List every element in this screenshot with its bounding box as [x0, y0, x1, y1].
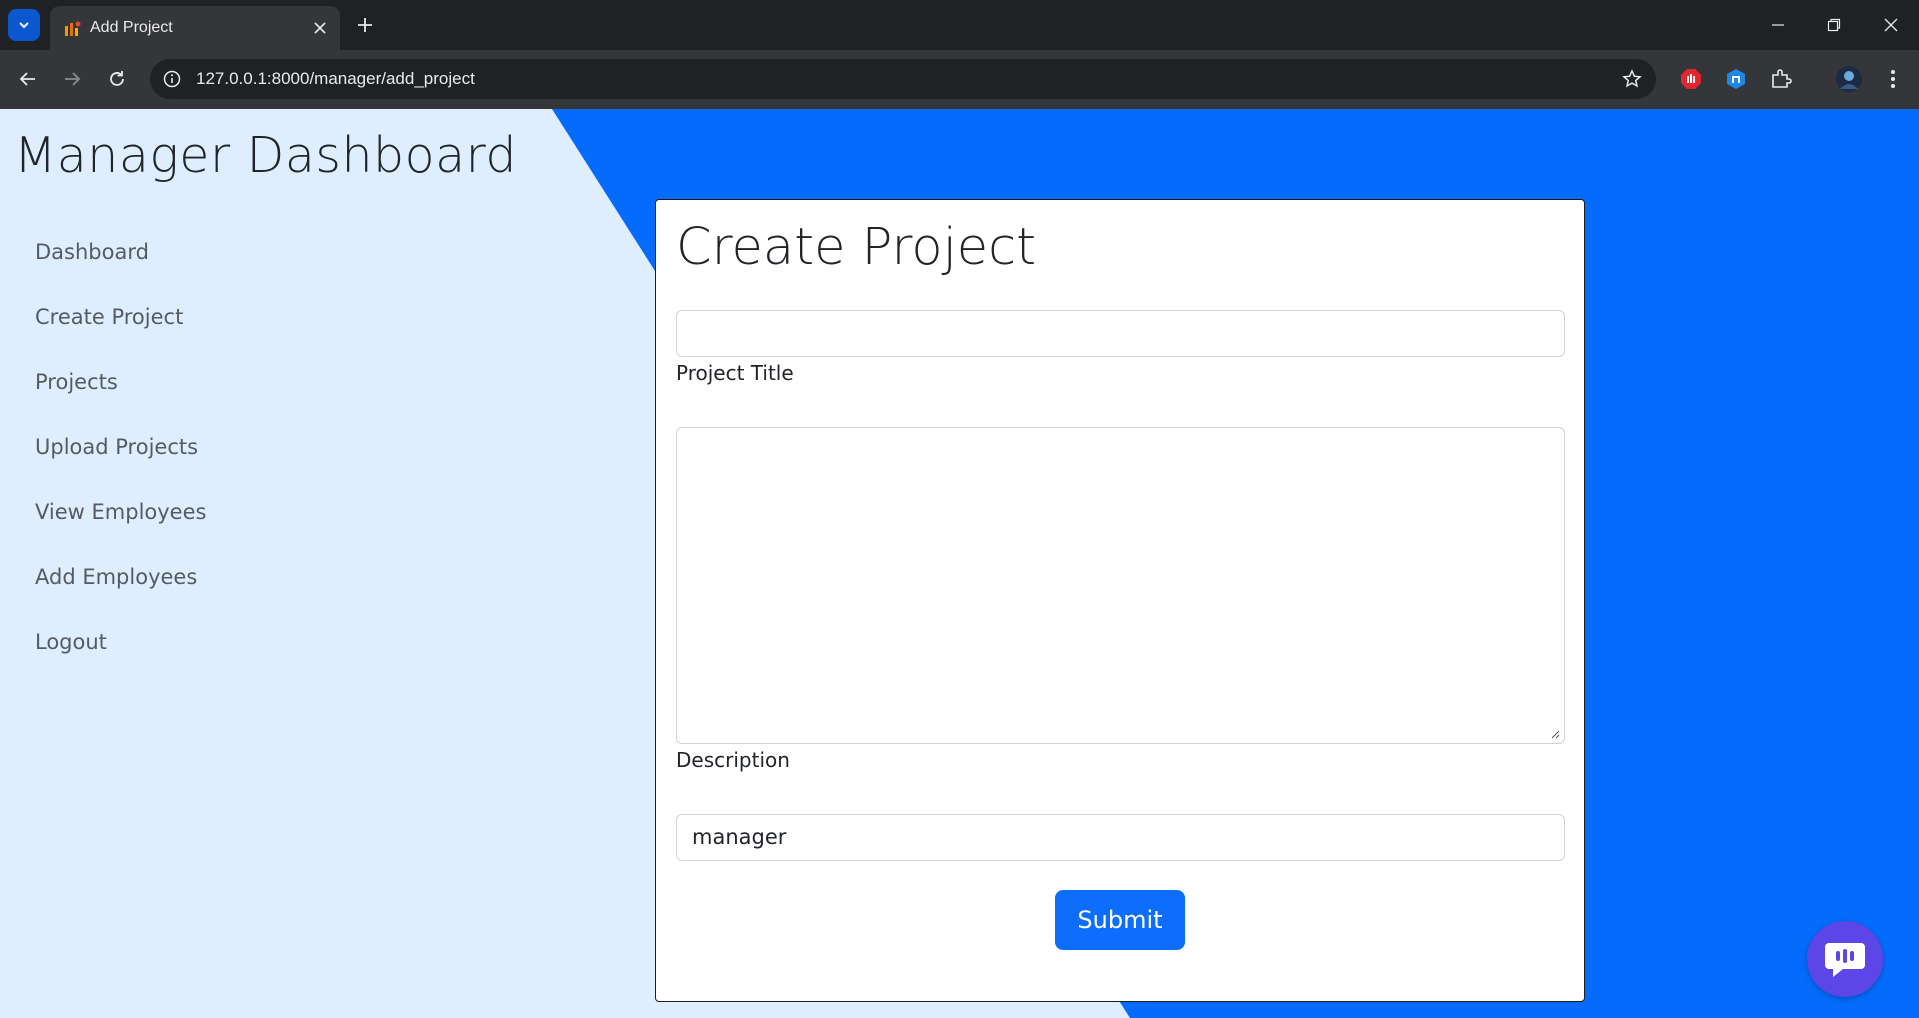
sidebar-item-dashboard[interactable]: Dashboard [35, 240, 206, 305]
back-icon[interactable] [12, 63, 44, 95]
puzzle-icon[interactable] [1768, 66, 1794, 92]
project-title-label: Project Title [676, 361, 794, 385]
sidebar-nav: Dashboard Create Project Projects Upload… [35, 240, 206, 695]
resize-handle-icon[interactable] [1550, 729, 1560, 739]
sidebar-item-projects[interactable]: Projects [35, 370, 206, 435]
url-text: 127.0.0.1:8000/manager/add_project [196, 69, 475, 88]
create-project-card: Create Project Project Title Description… [655, 199, 1585, 1002]
site-info-icon[interactable] [160, 67, 184, 91]
profile-avatar-icon[interactable] [1835, 65, 1863, 93]
forward-icon[interactable] [56, 63, 88, 95]
manager-value: manager [692, 825, 787, 849]
kebab-menu-icon[interactable] [1880, 66, 1906, 92]
favicon-icon [64, 20, 82, 38]
address-bar[interactable]: 127.0.0.1:8000/manager/add_project [150, 59, 1656, 99]
page-content: Manager Dashboard Dashboard Create Proje… [0, 109, 1919, 1018]
plus-icon[interactable] [352, 12, 378, 38]
browser-tab-bar: Add Project [0, 0, 1919, 50]
browser-toolbar: 127.0.0.1:8000/manager/add_project [0, 50, 1919, 109]
reload-icon[interactable] [101, 63, 133, 95]
tab-search-icon[interactable] [8, 9, 40, 41]
close-icon[interactable] [310, 18, 330, 38]
extension-icon[interactable] [1723, 66, 1749, 92]
browser-tab[interactable]: Add Project [50, 6, 340, 50]
project-title-input[interactable] [676, 310, 1565, 357]
description-label: Description [676, 748, 790, 772]
chat-bubble-icon [1825, 943, 1865, 977]
minimize-icon[interactable] [1758, 10, 1798, 40]
restore-icon[interactable] [1814, 10, 1854, 40]
star-icon[interactable] [1620, 67, 1644, 91]
dashboard-title: Manager Dashboard [14, 127, 517, 184]
submit-button[interactable]: Submit [1055, 890, 1185, 950]
sidebar-item-upload-projects[interactable]: Upload Projects [35, 435, 206, 500]
tab-title: Add Project [90, 19, 173, 36]
sidebar-item-create-project[interactable]: Create Project [35, 305, 206, 370]
adblock-extension-icon[interactable] [1678, 66, 1704, 92]
chat-widget-button[interactable] [1807, 921, 1883, 997]
sidebar-item-logout[interactable]: Logout [35, 630, 206, 695]
sidebar-item-add-employees[interactable]: Add Employees [35, 565, 206, 630]
close-window-icon[interactable] [1871, 10, 1911, 40]
manager-field[interactable]: manager [676, 814, 1565, 861]
form-heading: Create Project [676, 218, 1037, 277]
sidebar-item-view-employees[interactable]: View Employees [35, 500, 206, 565]
description-textarea[interactable] [676, 427, 1565, 744]
